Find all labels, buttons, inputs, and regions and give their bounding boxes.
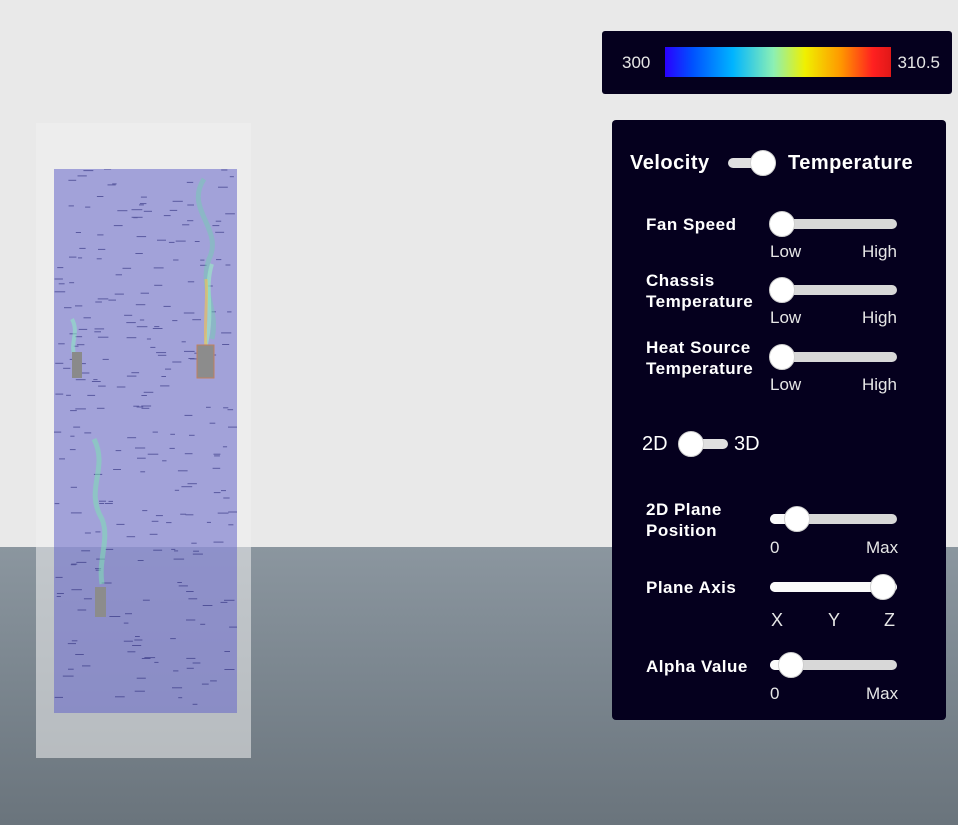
temperature-slice-plane: [54, 169, 237, 713]
heat-source-temperature-slider[interactable]: [769, 344, 897, 370]
plane-position-label-2: Position: [646, 521, 718, 540]
plane-axis-slider-thumb[interactable]: [870, 574, 896, 600]
mode-toggle[interactable]: [728, 150, 776, 176]
alpha-value-slider-thumb[interactable]: [778, 652, 804, 678]
plane-axis-y: Y: [828, 610, 841, 630]
plane-axis-label: Plane Axis: [646, 578, 737, 597]
colorbar-max-label: 310.5: [897, 53, 940, 72]
colorbar-gradient: [665, 47, 891, 77]
plane-position-slider-thumb[interactable]: [784, 506, 810, 532]
control-panel: Velocity Temperature Fan Speed Low High …: [612, 120, 946, 720]
fan-speed-low: Low: [770, 242, 802, 261]
plane-axis-slider[interactable]: [770, 574, 897, 600]
3d-label: 3D: [734, 433, 760, 455]
alpha-value-slider[interactable]: [770, 652, 897, 678]
heat-source-temperature-slider-thumb[interactable]: [769, 344, 795, 370]
chassis-temperature-label-2: Temperature: [646, 292, 754, 311]
plane-axis-x: X: [771, 610, 784, 630]
heat-source-left: [72, 352, 82, 378]
plane-position-max: Max: [866, 538, 899, 557]
temperature-colorbar: 300 310.5: [602, 31, 952, 94]
chassis-temperature-low: Low: [770, 308, 802, 327]
heat-source-temperature-label: Heat Source: [646, 338, 751, 357]
alpha-value-max: Max: [866, 684, 899, 703]
flow-visualization: [54, 169, 237, 705]
mode-toggle-knob[interactable]: [750, 150, 776, 176]
plume-hot-core: [203, 278, 209, 350]
2d-label: 2D: [642, 433, 668, 455]
heat-source-bottom: [95, 587, 106, 617]
dimension-toggle-knob[interactable]: [678, 431, 704, 457]
alpha-value-min: 0: [770, 684, 780, 703]
plane-position-min: 0: [770, 538, 780, 557]
colorbar-min-label: 300: [622, 53, 651, 72]
heat-source-temperature-low: Low: [770, 375, 802, 394]
plane-position-slider[interactable]: [770, 506, 897, 532]
chassis-temperature-high: High: [862, 308, 897, 327]
fan-speed-label: Fan Speed: [646, 215, 737, 234]
heat-source-right: [196, 344, 215, 379]
fan-speed-slider[interactable]: [769, 211, 897, 237]
heat-source-temperature-label-2: Temperature: [646, 359, 754, 378]
chassis-temperature-slider-thumb[interactable]: [769, 277, 795, 303]
plume-bottom: [91, 437, 108, 585]
velocity-label: Velocity: [630, 152, 710, 174]
alpha-value-label: Alpha Value: [646, 657, 748, 676]
plane-position-label: 2D Plane: [646, 500, 722, 519]
fan-speed-slider-thumb[interactable]: [769, 211, 795, 237]
fan-speed-high: High: [862, 242, 897, 261]
chassis-temperature-slider[interactable]: [769, 277, 897, 303]
chassis-temperature-label: Chassis: [646, 271, 715, 290]
plane-axis-z: Z: [884, 610, 895, 630]
dimension-toggle[interactable]: [678, 431, 728, 457]
heat-source-temperature-high: High: [862, 375, 897, 394]
temperature-label: Temperature: [788, 152, 914, 174]
